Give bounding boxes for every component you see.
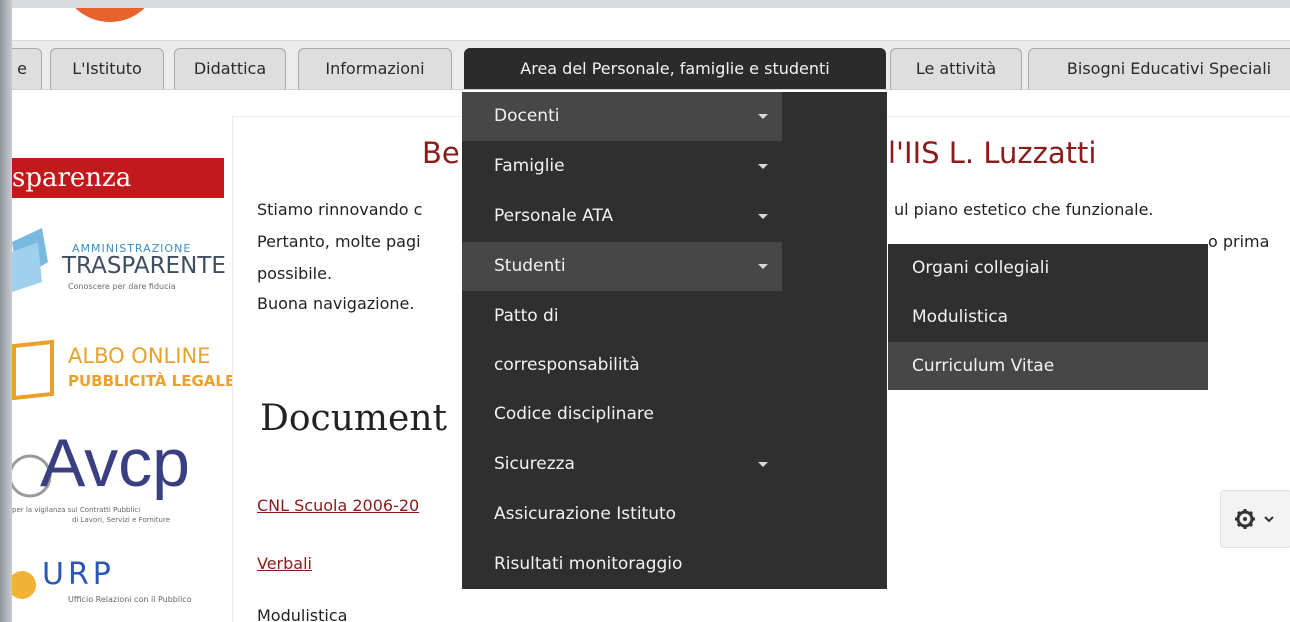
doc-link-modulistica[interactable]: Modulistica xyxy=(257,606,347,622)
tab-area-personale[interactable]: Area del Personale, famiglie e studenti xyxy=(464,48,886,89)
menu-item-label: corresponsabilità xyxy=(494,355,640,375)
tab-didattica[interactable]: Didattica xyxy=(174,48,286,89)
page: e L'Istituto Didattica Informazioni Area… xyxy=(12,8,1290,622)
intro-text: possibile. xyxy=(257,264,333,283)
caret-down-icon xyxy=(758,164,768,169)
banner-urp[interactable]: URP Ufficio Relazioni con il Pubblico xyxy=(12,553,224,622)
banner-line: TRASPARENTE xyxy=(62,253,226,279)
menu-item-personale-ata[interactable]: Personale ATA xyxy=(462,192,782,241)
tab-attivita[interactable]: Le attività xyxy=(890,48,1022,89)
menu-item-label: Risultati monitoraggio xyxy=(494,554,683,574)
intro-text: Buona navigazione. xyxy=(257,294,415,313)
menu-item-label: Docenti xyxy=(494,106,560,126)
intro-text: Pertanto, molte pagi xyxy=(257,232,421,251)
caret-down-icon xyxy=(758,462,768,467)
doc-link-cnl[interactable]: CNL Scuola 2006-20 xyxy=(257,496,419,515)
menu-item-studenti[interactable]: Studenti xyxy=(462,242,782,291)
menu-item-famiglie[interactable]: Famiglie xyxy=(462,142,782,191)
menu-item-label: Codice disciplinare xyxy=(494,404,654,424)
tab-istituto[interactable]: L'Istituto xyxy=(50,48,164,89)
menu-item-sicurezza[interactable]: Sicurezza xyxy=(462,440,782,489)
documents-heading: Document xyxy=(260,398,447,439)
sidebar-title: sparenza xyxy=(12,158,224,198)
banner-line: URP xyxy=(42,557,115,592)
banner-line: ALBO ONLINE xyxy=(68,344,211,368)
menu-item-label: Studenti xyxy=(494,256,566,276)
main-nav: e L'Istituto Didattica Informazioni Area… xyxy=(12,40,1290,90)
menu-item-corresponsabilita[interactable]: corresponsabilità xyxy=(462,341,782,390)
submenu-item-organi-collegiali[interactable]: Organi collegiali xyxy=(888,244,1208,292)
tab-informazioni[interactable]: Informazioni xyxy=(298,48,452,89)
intro-text: o prima xyxy=(1208,232,1270,251)
frame-left xyxy=(0,0,12,622)
frame-top xyxy=(0,0,1290,8)
book-icon xyxy=(12,339,54,401)
welcome-title-rest: l'IIS L. Luzzatti xyxy=(888,136,1097,170)
gear-icon xyxy=(1235,509,1274,529)
school-logo[interactable] xyxy=(60,8,160,22)
tab-bisogni-educativi[interactable]: Bisogni Educativi Speciali xyxy=(1028,48,1290,89)
banner-line: PUBBLICITÀ LEGALE xyxy=(68,372,236,390)
menu-item-docenti[interactable]: Docenti xyxy=(462,92,782,141)
intro-text: Stiamo rinnovando c xyxy=(257,200,423,219)
menu-item-assicurazione[interactable]: Assicurazione Istituto xyxy=(462,490,782,539)
intro-text: ul piano estetico che funzionale. xyxy=(894,200,1154,219)
menu-item-label: Personale ATA xyxy=(494,206,614,226)
menu-item-codice-disciplinare[interactable]: Codice disciplinare xyxy=(462,390,782,439)
banner-albo-online[interactable]: ALBO ONLINE PUBBLICITÀ LEGALE xyxy=(12,334,235,410)
banner-avcp[interactable]: Avcp per la vigilanza sui Contratti Pubb… xyxy=(12,425,224,530)
caret-down-icon xyxy=(758,114,768,119)
menu-item-label: Famiglie xyxy=(494,156,565,176)
settings-button[interactable] xyxy=(1220,490,1290,548)
area-personale-dropdown: Docenti Famiglie Personale ATA Studenti … xyxy=(462,92,887,589)
menu-item-risultati-monitoraggio[interactable]: Risultati monitoraggio xyxy=(462,540,782,589)
menu-item-label: Sicurezza xyxy=(494,454,575,474)
banner-line: Ufficio Relazioni con il Pubblico xyxy=(68,595,192,604)
banner-line: Avcp xyxy=(40,425,190,501)
submenu-item-curriculum-vitae[interactable]: Curriculum Vitae xyxy=(888,342,1208,390)
banner-line: di Lavori, Servizi e Forniture xyxy=(72,516,170,524)
menu-item-label: Patto di xyxy=(494,306,559,326)
studenti-submenu: Organi collegiali Modulistica Curriculum… xyxy=(888,244,1208,390)
banner-amministrazione-trasparente[interactable]: AMMINISTRAZIONE TRASPARENTE Conoscere pe… xyxy=(12,222,226,306)
banner-line: Conoscere per dare fiducia xyxy=(68,282,176,291)
doc-link-verbali[interactable]: Verbali xyxy=(257,554,312,573)
caret-down-icon xyxy=(758,264,768,269)
menu-item-patto[interactable]: Patto di xyxy=(462,292,782,341)
menu-item-label: Assicurazione Istituto xyxy=(494,504,677,524)
submenu-item-modulistica[interactable]: Modulistica xyxy=(888,293,1208,341)
welcome-title: Be xyxy=(422,136,460,170)
caret-down-icon xyxy=(758,214,768,219)
banner-line: per la vigilanza sui Contratti Pubblici xyxy=(12,506,141,514)
tab-home[interactable]: e xyxy=(12,48,42,89)
